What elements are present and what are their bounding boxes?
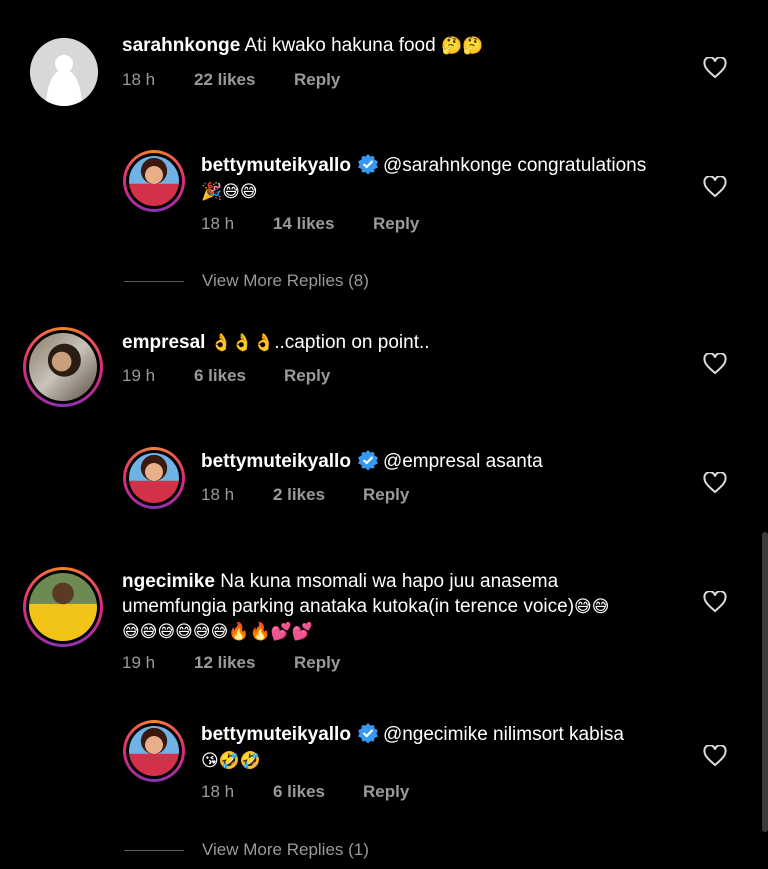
comment-emoji: 👌👌👌 [210, 333, 275, 353]
betty-avatar-icon [129, 156, 179, 206]
username[interactable]: bettymuteikyallo [201, 155, 351, 176]
ngecimike-avatar-icon [29, 573, 97, 641]
avatar[interactable] [23, 327, 103, 407]
reply-button[interactable]: Reply [373, 214, 419, 234]
heart-icon[interactable] [703, 591, 727, 613]
likes-count[interactable]: 6 likes [273, 782, 325, 802]
view-more-label: View More Replies (8) [202, 271, 369, 290]
comment-time: 19 h [122, 366, 156, 385]
comment-text: @empresal asanta [382, 451, 543, 472]
username[interactable]: bettymuteikyallo [201, 724, 351, 745]
comment-text: @ngecimike nilimsort kabisa [382, 724, 624, 745]
comment-text: Na kuna msomali wa hapo juu anasema [220, 571, 559, 592]
heart-icon[interactable] [703, 176, 727, 198]
comment-time: 18 h [122, 70, 156, 89]
username[interactable]: sarahnkonge [122, 35, 240, 56]
verified-badge-icon [357, 154, 378, 175]
comment-time: 19 h [122, 653, 156, 672]
reply-button[interactable]: Reply [284, 366, 330, 386]
comment-emoji: 😅😅 [574, 597, 610, 617]
comment-time: 18 h [201, 214, 235, 233]
comment-emoji: 🤔🤔 [440, 36, 484, 56]
reply-button[interactable]: Reply [363, 782, 409, 802]
heart-icon[interactable] [703, 745, 727, 767]
divider-line [124, 850, 184, 852]
heart-icon[interactable] [703, 57, 727, 79]
verified-badge-icon [357, 723, 378, 744]
comment-emoji: 🎉😅😅 [201, 182, 258, 202]
likes-count[interactable]: 14 likes [273, 214, 334, 234]
comment-text: umemfungia parking anataka kutoka(in ter… [122, 596, 575, 617]
comment-emoji: 😅😅😅😅😅😅🔥🔥💕💕 [122, 622, 314, 642]
empresal-avatar-icon [29, 333, 97, 401]
view-more-replies-button[interactable]: View More Replies (1) [124, 840, 369, 860]
avatar[interactable] [123, 720, 185, 782]
likes-count[interactable]: 22 likes [194, 70, 255, 90]
likes-count[interactable]: 2 likes [273, 485, 325, 505]
comment-time: 18 h [201, 485, 235, 504]
divider-line [124, 281, 184, 283]
comment-emoji: 😘🤣🤣 [201, 751, 262, 771]
avatar[interactable] [123, 150, 185, 212]
username[interactable]: ngecimike [122, 571, 215, 592]
comment-time: 18 h [201, 782, 235, 801]
comment-text: @sarahnkonge congratulations [382, 155, 647, 176]
avatar[interactable] [123, 447, 185, 509]
username[interactable]: bettymuteikyallo [201, 451, 351, 472]
reply-button[interactable]: Reply [363, 485, 409, 505]
scrollbar[interactable] [762, 532, 768, 832]
reply-button[interactable]: Reply [294, 70, 340, 90]
verified-badge-icon [357, 450, 378, 471]
heart-icon[interactable] [703, 472, 727, 494]
heart-icon[interactable] [703, 353, 727, 375]
likes-count[interactable]: 6 likes [194, 366, 246, 386]
username[interactable]: empresal [122, 332, 205, 353]
avatar[interactable] [30, 38, 98, 106]
comment-text: ..caption on point.. [274, 332, 430, 353]
view-more-replies-button[interactable]: View More Replies (8) [124, 271, 369, 291]
comment-text: Ati kwako hakuna food [244, 35, 436, 56]
avatar[interactable] [23, 567, 103, 647]
betty-avatar-icon [129, 726, 179, 776]
likes-count[interactable]: 12 likes [194, 653, 255, 673]
default-avatar-icon [30, 38, 98, 106]
betty-avatar-icon [129, 453, 179, 503]
reply-button[interactable]: Reply [294, 653, 340, 673]
view-more-label: View More Replies (1) [202, 840, 369, 859]
